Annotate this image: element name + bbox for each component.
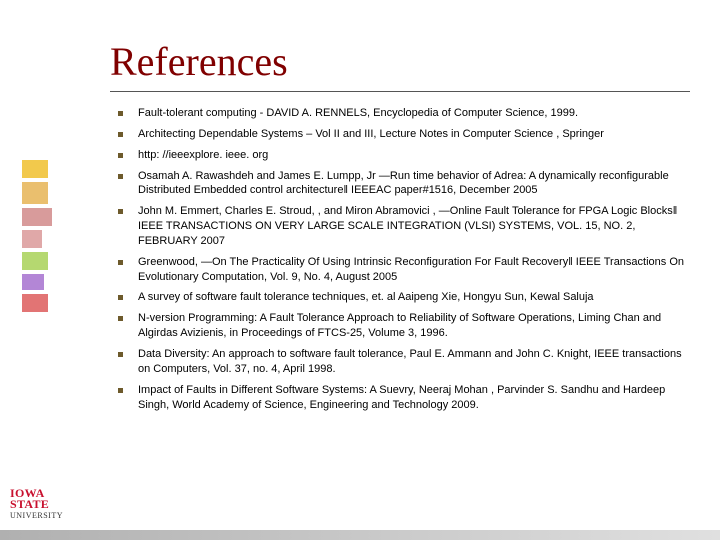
page-title: References [110,38,690,85]
ref-item: John M. Emmert, Charles E. Stroud, , and… [116,204,690,249]
ref-item: A survey of software fault tolerance tec… [116,290,690,305]
ref-item: Architecting Dependable Systems – Vol II… [116,127,690,142]
ref-item: Greenwood, ―On The Practicality Of Using… [116,255,690,285]
bottom-bar [0,530,720,540]
title-rule [110,91,690,92]
sidebar-decoration [22,160,56,316]
ref-item: N-version Programming: A Fault Tolerance… [116,311,690,341]
ref-item: Fault-tolerant computing - DAVID A. RENN… [116,106,690,121]
logo-line2: UNIVERSITY [10,511,86,520]
ref-item: Osamah A. Rawashdeh and James E. Lumpp, … [116,169,690,199]
references-list: Fault-tolerant computing - DAVID A. RENN… [116,106,690,412]
slide: References Fault-tolerant computing - DA… [0,0,720,540]
ref-item: Impact of Faults in Different Software S… [116,383,690,413]
ref-item: Data Diversity: An approach to software … [116,347,690,377]
iowa-state-logo: IOWA STATE UNIVERSITY [10,488,86,520]
logo-line1: IOWA STATE [10,488,86,510]
ref-item: http: //ieeexplore. ieee. org [116,148,690,163]
